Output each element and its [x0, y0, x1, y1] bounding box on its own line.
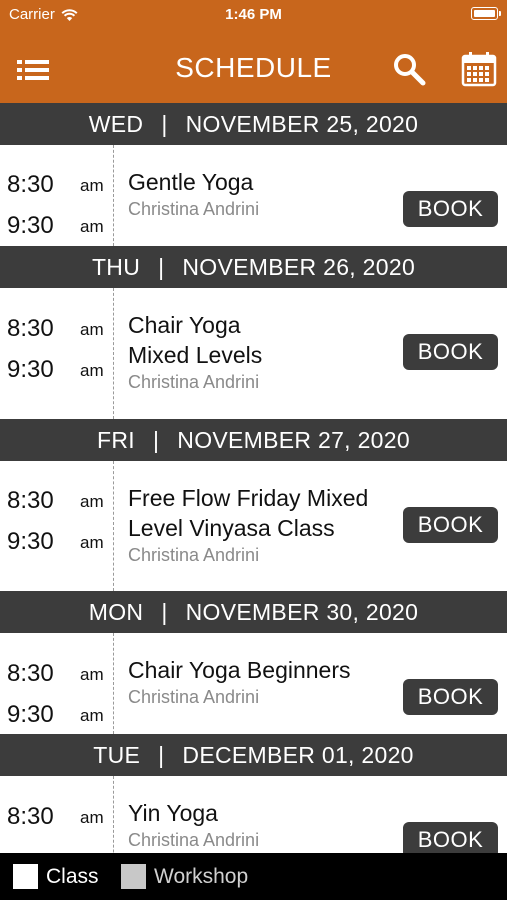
- start-time: 8:30: [7, 660, 54, 687]
- end-time: 9:30: [7, 356, 54, 383]
- time-divider: [113, 145, 114, 246]
- book-button[interactable]: BOOK: [403, 191, 498, 227]
- class-info: Chair Yoga Mixed Levels Christina Andrin…: [128, 310, 387, 394]
- weekday-label: THU: [91, 253, 141, 280]
- weekday-label: MON: [88, 598, 144, 625]
- start-time: 8:30: [7, 315, 54, 342]
- date-label: NOVEMBER 26, 2020: [182, 253, 416, 280]
- instructor-name: Christina Andrini: [128, 372, 260, 392]
- day-header: TUE | DECEMBER 01, 2020: [0, 734, 507, 776]
- date-label: NOVEMBER 27, 2020: [177, 426, 410, 453]
- start-ampm: am: [80, 176, 104, 195]
- class-info: Free Flow Friday Mixed Level Vinyasa Cla…: [128, 483, 395, 567]
- class-name-line-2: Level Vinyasa Class: [128, 515, 335, 541]
- date-label: DECEMBER 01, 2020: [182, 741, 414, 768]
- schedule-list[interactable]: WED | NOVEMBER 25, 2020 8:30 am 9:30 am …: [0, 103, 507, 853]
- end-time: 9:30: [7, 701, 54, 728]
- book-button[interactable]: BOOK: [403, 507, 498, 543]
- end-ampm: am: [80, 217, 104, 236]
- start-time: 8:30: [7, 171, 54, 198]
- start-time: 8:30: [7, 487, 54, 514]
- time-divider: [113, 776, 114, 853]
- date-label: NOVEMBER 25, 2020: [185, 110, 419, 137]
- end-time: 9:30: [7, 528, 54, 555]
- class-row[interactable]: 8:30 am 9:30 am Gentle Yoga Christina An…: [0, 145, 507, 246]
- class-name-line-2: Mixed Levels: [128, 342, 263, 368]
- book-button[interactable]: BOOK: [403, 334, 498, 370]
- instructor-name: Christina Andrini: [128, 545, 260, 565]
- weekday-label: WED: [88, 110, 144, 137]
- start-ampm: am: [80, 320, 104, 339]
- end-ampm: am: [80, 361, 104, 380]
- start-time: 8:30: [7, 803, 54, 830]
- page-title: SCHEDULE: [175, 52, 332, 83]
- weekday-label: TUE: [93, 741, 141, 768]
- class-info: Gentle Yoga Christina Andrini: [128, 167, 387, 221]
- class-name: Chair Yoga Beginners: [128, 657, 351, 683]
- header-separator: |: [153, 426, 160, 453]
- instructor-name: Christina Andrini: [128, 830, 260, 850]
- time-divider: [113, 633, 114, 734]
- class-name: Yin Yoga: [128, 800, 218, 826]
- day-header: FRI | NOVEMBER 27, 2020: [0, 419, 507, 461]
- class-row[interactable]: 8:30 am Yin Yoga Christina Andrini BOOK: [0, 776, 507, 853]
- time-divider: [113, 461, 114, 591]
- status-time: 1:46 PM: [225, 6, 282, 23]
- search-icon[interactable]: [392, 52, 426, 86]
- workshop-legend-label: Workshop: [154, 865, 249, 888]
- instructor-name: Christina Andrini: [128, 199, 260, 219]
- class-row[interactable]: 8:30 am 9:30 am Chair Yoga Mixed Levels …: [0, 288, 507, 419]
- header-separator: |: [158, 741, 165, 768]
- header-separator: |: [161, 110, 168, 137]
- end-ampm: am: [80, 706, 104, 725]
- class-row[interactable]: 8:30 am 9:30 am Chair Yoga Beginners Chr…: [0, 633, 507, 734]
- status-bar: Carrier 1:46 PM: [0, 0, 507, 30]
- start-ampm: am: [80, 808, 104, 827]
- end-time: 9:30: [7, 212, 54, 239]
- class-legend-label: Class: [46, 865, 99, 888]
- book-button[interactable]: BOOK: [403, 679, 498, 715]
- header-separator: |: [158, 253, 165, 280]
- workshop-swatch: [121, 864, 146, 889]
- book-button[interactable]: BOOK: [403, 822, 498, 853]
- weekday-label: FRI: [97, 426, 135, 453]
- start-ampm: am: [80, 492, 104, 511]
- instructor-name: Christina Andrini: [128, 687, 260, 707]
- header-separator: |: [161, 598, 168, 625]
- class-name: Gentle Yoga: [128, 169, 254, 195]
- class-info: Yin Yoga Christina Andrini: [128, 798, 387, 852]
- start-ampm: am: [80, 665, 104, 684]
- day-header: THU | NOVEMBER 26, 2020: [0, 246, 507, 288]
- day-header: MON | NOVEMBER 30, 2020: [0, 591, 507, 633]
- battery-icon: [471, 7, 501, 20]
- class-row[interactable]: 8:30 am 9:30 am Free Flow Friday Mixed L…: [0, 461, 507, 591]
- day-header: WED | NOVEMBER 25, 2020: [0, 103, 507, 145]
- class-info: Chair Yoga Beginners Christina Andrini: [128, 655, 387, 709]
- class-name-line-1: Chair Yoga: [128, 312, 241, 338]
- calendar-icon[interactable]: [461, 51, 497, 87]
- date-label: NOVEMBER 30, 2020: [185, 598, 419, 625]
- class-name-line-1: Free Flow Friday Mixed: [128, 485, 369, 511]
- legend-bar: Class Workshop: [0, 853, 507, 900]
- nav-bar: SCHEDULE: [0, 30, 507, 103]
- end-ampm: am: [80, 533, 104, 552]
- time-divider: [113, 288, 114, 419]
- class-swatch: [13, 864, 38, 889]
